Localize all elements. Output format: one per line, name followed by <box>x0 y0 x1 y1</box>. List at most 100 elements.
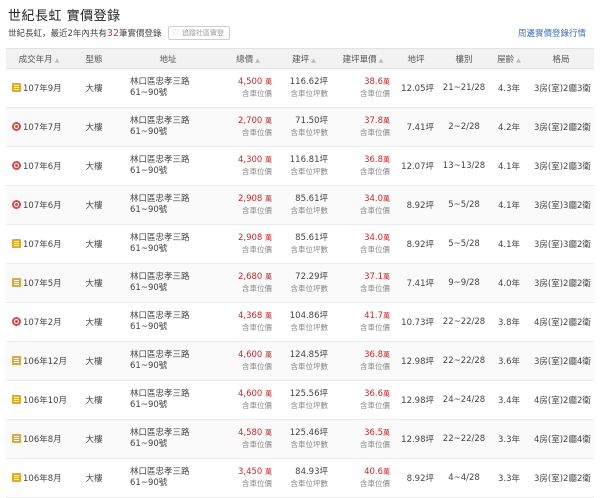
address-cell: 林口區忠孝三路 61~90號 <box>116 302 220 342</box>
transactions-table: 成交年月 ▲ 型態 地址 總價 ▲ 建坪 ▲ 建坪單價 ▲ 地坪 樓別 屋齡 ▲ 格局 1… <box>6 48 594 498</box>
layout-cell: 3房(室)2廳2衛 <box>528 107 594 147</box>
unit-price-cell: 36.8萬 含車位價 <box>332 146 394 186</box>
sort-icon: ▲ <box>378 56 384 64</box>
floor-cell: 13~13/28 <box>438 146 490 186</box>
col-date[interactable]: 成交年月 ▲ <box>6 48 72 69</box>
layout-cell: 3房(室)3廳2衛 <box>528 185 594 225</box>
layout-cell: 3房(室)2廳2衛 <box>528 263 594 303</box>
floor-cell: 5~5/28 <box>438 185 490 225</box>
floor-cell: 4~4/28 <box>438 458 490 498</box>
address-cell: 林口區忠孝三路 61~90號 <box>116 185 220 225</box>
layout-cell: 3房(室)2廳2衛 <box>528 458 594 498</box>
unit-price-cell: 36.5萬 含車位價 <box>332 419 394 459</box>
table-header-row: 成交年月 ▲ 型態 地址 總價 ▲ 建坪 ▲ 建坪單價 ▲ 地坪 樓別 屋齡 ▲ 格局 <box>6 48 594 69</box>
col-land-area: 地坪 <box>394 48 438 69</box>
col-address: 地址 <box>116 48 220 69</box>
layout-cell: 3房(室)2廳3衛 <box>528 68 594 108</box>
total-price-cell: 4,600 萬含車位價 <box>220 380 276 420</box>
land-area-cell: 12.98坪 <box>394 380 438 420</box>
table-row[interactable]: 107年6月 大樓 林口區忠孝三路 61~90號 4,300 萬含車位價 116.81坪含… <box>6 146 594 186</box>
type-cell: 大樓 <box>72 263 116 303</box>
age-cell: 4.2年 <box>490 107 528 147</box>
col-total-price[interactable]: 總價 ▲ <box>220 48 276 69</box>
layout-cell: 3房(室)2廳4衛 <box>528 341 594 381</box>
nearby-prices-link[interactable]: 周邊實價登錄行情 <box>518 27 586 39</box>
address-cell: 林口區忠孝三路 61~90號 <box>116 224 220 264</box>
type-cell: 大樓 <box>72 107 116 147</box>
date-cell: 106年8月 <box>6 458 72 498</box>
table-row[interactable]: 106年10月 大樓 林口區忠孝三路 61~90號 4,600 萬含車位價 125.56坪… <box>6 380 594 420</box>
sort-icon: ▲ <box>255 56 260 64</box>
unit-price-cell: 34.0萬 含車位價 <box>332 224 394 264</box>
total-price-cell: 3,450 萬含車位價 <box>220 458 276 498</box>
date-cell: 107年2月 <box>6 302 72 342</box>
date-cell: 107年9月 <box>6 68 72 108</box>
table-row[interactable]: 107年7月 大樓 林口區忠孝三路 61~90號 2,700 萬含車位價 71.50坪 含車… <box>6 107 594 147</box>
building-area-cell: 71.50坪 含車位坪數 <box>276 107 332 147</box>
date-cell: 106年10月 <box>6 380 72 420</box>
building-icon <box>12 239 21 248</box>
unit-price-cell: 38.6萬 含車位價 <box>332 68 394 108</box>
floor-cell: 22~22/28 <box>438 341 490 381</box>
table-row[interactable]: 106年12月 大樓 林口區忠孝三路 61~90號 4,600 萬含車位價 124.85坪… <box>6 341 594 381</box>
col-age[interactable]: 屋齡 ▲ <box>490 48 528 69</box>
land-area-cell: 8.92坪 <box>394 224 438 264</box>
land-area-cell: 7.41坪 <box>394 107 438 147</box>
floor-cell: 22~22/28 <box>438 419 490 459</box>
table-row[interactable]: 106年8月 大樓 林口區忠孝三路 61~90號 3,450 萬含車位價 84.93坪 含車… <box>6 458 594 498</box>
land-area-cell: 12.07坪 <box>394 146 438 186</box>
summary-suffix: 筆實價登錄 <box>119 29 162 39</box>
address-cell: 林口區忠孝三路 61~90號 <box>116 107 220 147</box>
building-area-cell: 85.61坪 含車位坪數 <box>276 185 332 225</box>
col-unit-price[interactable]: 建坪單價 ▲ <box>332 48 394 69</box>
age-cell: 4.3年 <box>490 68 528 108</box>
address-cell: 林口區忠孝三路 61~90號 <box>116 458 220 498</box>
floor-cell: 24~24/28 <box>438 380 490 420</box>
type-cell: 大樓 <box>72 419 116 459</box>
unit-price-cell: 41.7萬 含車位價 <box>332 302 394 342</box>
total-price-cell: 2,908 萬含車位價 <box>220 185 276 225</box>
page-title-row: 世紀長虹 實價登錄 <box>8 5 121 24</box>
building-icon <box>12 395 21 404</box>
building-icon <box>12 434 21 443</box>
age-cell: 3.6年 <box>490 341 528 381</box>
col-building-area[interactable]: 建坪 ▲ <box>276 48 332 69</box>
summary-row: 世紀長虹，最近2年內共有32筆實價登錄 ♡ 追蹤社區實登 周邊實價登錄行情 <box>8 26 594 41</box>
age-cell: 4.1年 <box>490 224 528 264</box>
total-price-cell: 2,680 萬含車位價 <box>220 263 276 303</box>
building-icon <box>12 356 21 365</box>
land-area-cell: 7.41坪 <box>394 263 438 303</box>
floor-cell: 22~22/28 <box>438 302 490 342</box>
building-area-cell: 104.86坪 含車位坪數 <box>276 302 332 342</box>
pin-icon <box>12 122 21 131</box>
address-cell: 林口區忠孝三路 61~90號 <box>116 68 220 108</box>
type-cell: 大樓 <box>72 185 116 225</box>
col-layout: 格局 <box>528 48 594 69</box>
table-row[interactable]: 107年9月 大樓 林口區忠孝三路 61~90號 4,500 萬含車位價 116.62坪含… <box>6 68 594 108</box>
date-cell: 107年7月 <box>6 107 72 147</box>
land-area-cell: 10.73坪 <box>394 302 438 342</box>
pin-icon <box>12 200 21 209</box>
table-row[interactable]: 106年8月 大樓 林口區忠孝三路 61~90號 4,580 萬含車位價 125.46坪含… <box>6 419 594 459</box>
age-cell: 3.3年 <box>490 419 528 459</box>
table-row[interactable]: 107年5月 大樓 林口區忠孝三路 61~90號 2,680 萬含車位價 72.29坪 含車… <box>6 263 594 303</box>
total-price-cell: 4,300 萬含車位價 <box>220 146 276 186</box>
table-row[interactable]: 107年2月 大樓 林口區忠孝三路 61~90號 4,368 萬含車位價 104.86坪含… <box>6 302 594 342</box>
pin-icon <box>12 317 21 326</box>
building-area-cell: 125.56坪 含車位坪數 <box>276 380 332 420</box>
col-floor: 樓別 <box>438 48 490 69</box>
date-cell: 107年6月 <box>6 146 72 186</box>
favorite-button[interactable]: ♡ 追蹤社區實登 <box>168 26 230 40</box>
table-row[interactable]: 107年6月 大樓 林口區忠孝三路 61~90號 2,908 萬含車位價 85.61坪 含車… <box>6 185 594 225</box>
floor-cell: 21~21/28 <box>438 68 490 108</box>
summary-prefix: 世紀長虹，最近2年內共有 <box>8 29 107 39</box>
type-cell: 大樓 <box>72 302 116 342</box>
total-price-cell: 4,600 萬含車位價 <box>220 341 276 381</box>
date-cell: 106年8月 <box>6 419 72 459</box>
unit-price-cell: 36.6萬 含車位價 <box>332 380 394 420</box>
building-icon <box>12 83 21 92</box>
type-cell: 大樓 <box>72 341 116 381</box>
table-row[interactable]: 107年6月 大樓 林口區忠孝三路 61~90號 2,908 萬含車位價 85.61坪 含車… <box>6 224 594 264</box>
date-cell: 107年6月 <box>6 185 72 225</box>
unit-price-cell: 36.8萬 含車位價 <box>332 341 394 381</box>
